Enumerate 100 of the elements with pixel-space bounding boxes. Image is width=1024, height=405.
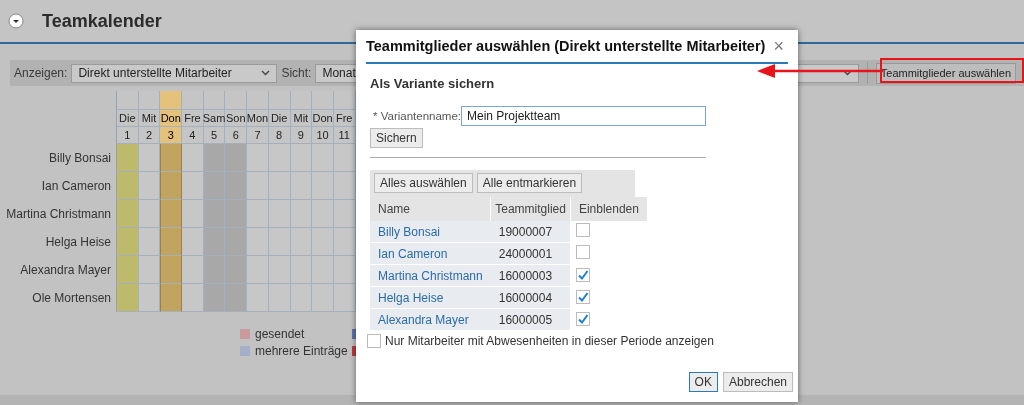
calendar-cell — [160, 144, 183, 172]
view-label: Sicht: — [281, 66, 312, 80]
calendar-cell — [182, 200, 204, 228]
day-number-cell: 1 — [117, 127, 139, 144]
calendar-cell — [160, 200, 183, 228]
day-number-cell: 6 — [225, 127, 248, 144]
calendar-cell — [268, 228, 291, 256]
calendar-header-cell — [203, 91, 226, 110]
calendar-cell — [117, 284, 139, 312]
cancel-button[interactable]: Abbrechen — [722, 372, 793, 392]
calendar-header-cell — [333, 91, 356, 110]
calendar-cell — [268, 284, 291, 312]
calendar-cell — [290, 200, 313, 228]
calendar-cell — [225, 172, 248, 200]
variant-name-field[interactable]: Mein Projektteam — [461, 106, 706, 126]
calendar-cell — [138, 228, 161, 256]
calendar-cell — [117, 256, 139, 284]
calendar-cell — [203, 144, 226, 172]
employee-name: Ole Mortensen — [32, 291, 111, 305]
calendar-cell — [203, 172, 226, 200]
calendar-cell — [333, 228, 356, 256]
caret-icon — [261, 70, 271, 76]
day-number-cell: 2 — [138, 127, 161, 144]
column-header: Einblenden — [570, 197, 648, 221]
column-header: Name — [370, 197, 491, 221]
day-number-cell: 10 — [312, 127, 334, 144]
calendar-header-cell — [138, 91, 161, 110]
variant-label: * Variantenname: — [373, 110, 461, 122]
calendar-cell — [333, 256, 356, 284]
calendar-header-cell — [290, 91, 313, 110]
show-checkbox[interactable] — [576, 311, 591, 326]
calendar-cell — [225, 144, 248, 172]
calendar-header-cell — [312, 91, 334, 110]
employee-name: Billy Bonsai — [48, 151, 111, 165]
calendar-cell — [247, 284, 269, 312]
show-checkbox[interactable] — [576, 267, 591, 282]
calendar-cell — [160, 256, 183, 284]
absences-label: Nur Mitarbeiter mit Abwesenheiten in dieser Periode anzeigen — [385, 334, 714, 348]
calendar-cell — [182, 256, 204, 284]
calendar-cell — [160, 284, 183, 312]
absences-checkbox[interactable] — [367, 334, 381, 348]
calendar-header-cell — [160, 91, 183, 110]
calendar-header-cell — [247, 91, 269, 110]
show-checkbox[interactable] — [576, 245, 591, 259]
calendar-header-cell — [268, 91, 291, 110]
weekday-cell: Mit — [290, 110, 313, 127]
calendar-cell — [312, 172, 334, 200]
calendar-cell — [247, 144, 269, 172]
calendar-cell — [225, 256, 248, 284]
calendar-cell — [203, 256, 226, 284]
calendar-header-cell — [117, 91, 139, 110]
show-checkbox[interactable] — [576, 289, 591, 304]
calendar-cell — [312, 256, 334, 284]
calendar-cell — [268, 144, 291, 172]
calendar-cell — [182, 144, 204, 172]
calendar-cell — [203, 228, 226, 256]
calendar-cell — [333, 284, 356, 312]
calendar-cell — [160, 228, 183, 256]
calendar-cell — [333, 200, 356, 228]
save-button[interactable]: Sichern — [370, 128, 423, 148]
day-number-cell: 7 — [247, 127, 269, 144]
calendar-cell — [268, 172, 291, 200]
show-select[interactable]: Direkt unterstellte Mitarbeiter — [71, 63, 278, 83]
weekday-cell: Son — [225, 110, 248, 127]
calendar-cell — [225, 200, 248, 228]
day-number-cell: 4 — [182, 127, 204, 144]
calendar-cell — [247, 256, 269, 284]
calendar-cell — [312, 144, 334, 172]
calendar-cell — [138, 284, 161, 312]
day-number-cell: 3 — [160, 127, 183, 144]
calendar-cell — [312, 200, 334, 228]
calendar-cell — [182, 172, 204, 200]
employee-name: Helga Heise — [45, 235, 111, 249]
dialog-title: Teammitglieder auswählen (Direkt unterstellte Mitarbeiter) — [366, 38, 766, 54]
calendar-cell — [225, 228, 248, 256]
weekday-cell: Mit — [138, 110, 161, 127]
day-number-cell: 5 — [203, 127, 226, 144]
expand-icon[interactable] — [8, 13, 24, 29]
caret-icon — [842, 70, 852, 76]
section-title: Als Variante sichern — [370, 76, 495, 91]
show-checkbox[interactable] — [576, 223, 591, 237]
deselect-all-button[interactable]: Alle entmarkieren — [476, 173, 583, 193]
day-number-cell: 9 — [290, 127, 313, 144]
calendar-cell — [203, 284, 226, 312]
close-button[interactable]: × — [769, 35, 788, 57]
calendar-cell — [247, 172, 269, 200]
weekday-cell: Die — [117, 110, 139, 127]
calendar-cell — [182, 284, 204, 312]
select-all-button[interactable]: Alles auswählen — [374, 173, 473, 193]
calendar-cell — [247, 228, 269, 256]
calendar-cell — [117, 144, 139, 172]
employee-name: Ian Cameron — [41, 179, 111, 193]
weekday-cell: Mon — [247, 110, 269, 127]
calendar-cell — [290, 228, 313, 256]
legend-label: mehrere Einträge — [255, 343, 348, 358]
calendar-cell — [290, 284, 313, 312]
calendar-cell — [203, 200, 226, 228]
employee-name: Alexandra Mayer — [20, 263, 111, 277]
ok-button[interactable]: OK — [688, 372, 718, 392]
calendar-cell — [290, 144, 313, 172]
